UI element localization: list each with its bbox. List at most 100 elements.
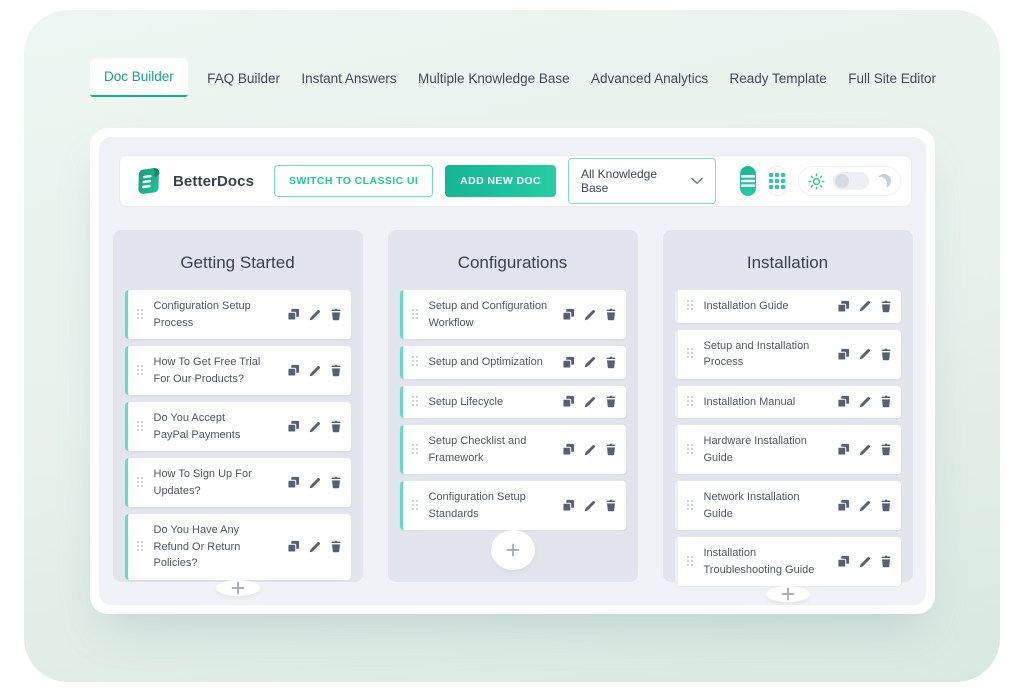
pencil-icon[interactable] <box>859 444 871 456</box>
pencil-icon[interactable] <box>859 396 871 408</box>
drag-handle-icon[interactable] <box>687 500 695 512</box>
add-doc-button[interactable] <box>766 586 810 602</box>
grid-view-button[interactable] <box>768 166 786 196</box>
tab-doc-builder[interactable]: Doc Builder <box>90 58 188 97</box>
pencil-icon[interactable] <box>309 421 321 433</box>
doc-card[interactable]: How To Sign Up For Updates? <box>125 458 351 507</box>
pencil-icon[interactable] <box>584 444 596 456</box>
copy-icon[interactable] <box>562 443 575 456</box>
trash-icon[interactable] <box>605 443 617 456</box>
drag-handle-icon[interactable] <box>412 309 420 321</box>
doc-card[interactable]: Setup and Installation Process <box>675 330 901 379</box>
copy-icon[interactable] <box>837 555 850 568</box>
pencil-icon[interactable] <box>859 300 871 312</box>
copy-icon[interactable] <box>562 395 575 408</box>
pencil-icon[interactable] <box>309 365 321 377</box>
doc-card[interactable]: Installation Guide <box>675 290 901 323</box>
drag-handle-icon[interactable] <box>137 477 145 489</box>
pencil-icon[interactable] <box>584 356 596 368</box>
theme-toggle[interactable] <box>798 166 901 196</box>
copy-icon[interactable] <box>287 364 300 377</box>
doc-card[interactable]: Setup and Configuration Workflow <box>400 290 626 339</box>
doc-card[interactable]: Setup Checklist and Framework <box>400 425 626 474</box>
tab-full-site-editor[interactable]: Full Site Editor <box>846 60 938 97</box>
theme-switch[interactable] <box>833 172 869 190</box>
drag-handle-icon[interactable] <box>137 365 145 377</box>
trash-icon[interactable] <box>330 364 342 377</box>
pencil-icon[interactable] <box>309 541 321 553</box>
drag-handle-icon[interactable] <box>412 396 420 408</box>
doc-title: Configuration Setup Process <box>154 298 278 331</box>
copy-icon[interactable] <box>837 499 850 512</box>
copy-icon[interactable] <box>837 300 850 313</box>
trash-icon[interactable] <box>330 476 342 489</box>
pencil-icon[interactable] <box>309 477 321 489</box>
copy-icon[interactable] <box>287 540 300 553</box>
trash-icon[interactable] <box>330 420 342 433</box>
copy-icon[interactable] <box>562 308 575 321</box>
drag-handle-icon[interactable] <box>412 444 420 456</box>
doc-card[interactable]: Installation Troubleshooting Guide <box>675 537 901 586</box>
add-doc-button[interactable] <box>491 530 535 570</box>
tab-faq-builder[interactable]: FAQ Builder <box>205 60 282 97</box>
drag-handle-icon[interactable] <box>687 300 695 312</box>
pencil-icon[interactable] <box>309 309 321 321</box>
doc-card[interactable]: Setup and Optimization <box>400 346 626 379</box>
pencil-icon[interactable] <box>584 309 596 321</box>
trash-icon[interactable] <box>880 499 892 512</box>
copy-icon[interactable] <box>287 476 300 489</box>
list-view-button[interactable] <box>740 166 756 196</box>
copy-icon[interactable] <box>837 348 850 361</box>
trash-icon[interactable] <box>880 300 892 313</box>
trash-icon[interactable] <box>605 308 617 321</box>
copy-icon[interactable] <box>287 308 300 321</box>
trash-icon[interactable] <box>605 499 617 512</box>
add-new-doc-button[interactable]: ADD NEW DOC <box>445 165 556 197</box>
drag-handle-icon[interactable] <box>412 356 420 368</box>
doc-card[interactable]: Installation Manual <box>675 386 901 419</box>
doc-card[interactable]: Hardware Installation Guide <box>675 425 901 474</box>
pencil-icon[interactable] <box>584 500 596 512</box>
trash-icon[interactable] <box>605 356 617 369</box>
tab-ready-template[interactable]: Ready Template <box>728 60 829 97</box>
drag-handle-icon[interactable] <box>137 541 145 553</box>
trash-icon[interactable] <box>880 555 892 568</box>
drag-handle-icon[interactable] <box>687 348 695 360</box>
knowledge-base-select[interactable]: All Knowledge Base <box>568 158 716 204</box>
pencil-icon[interactable] <box>859 500 871 512</box>
trash-icon[interactable] <box>330 540 342 553</box>
doc-card[interactable]: Do You Accept PayPal Payments <box>125 402 351 451</box>
copy-icon[interactable] <box>287 420 300 433</box>
pencil-icon[interactable] <box>584 396 596 408</box>
pencil-icon[interactable] <box>859 348 871 360</box>
drag-handle-icon[interactable] <box>687 396 695 408</box>
drag-handle-icon[interactable] <box>137 421 145 433</box>
doc-card[interactable]: Network Installation Guide <box>675 481 901 530</box>
trash-icon[interactable] <box>880 395 892 408</box>
switch-classic-ui-button[interactable]: SWITCH TO CLASSIC UI <box>274 165 433 197</box>
tab-multiple-knowledge-base[interactable]: Multiple Knowledge Base <box>416 60 572 97</box>
doc-card[interactable]: How To Get Free Trial For Our Products? <box>125 346 351 395</box>
trash-icon[interactable] <box>880 443 892 456</box>
copy-icon[interactable] <box>837 443 850 456</box>
doc-card[interactable]: Configuration Setup Process <box>125 290 351 339</box>
add-doc-button[interactable] <box>216 580 260 596</box>
doc-card[interactable]: Do You Have Any Refund Or Return Policie… <box>125 514 351 580</box>
copy-icon[interactable] <box>562 499 575 512</box>
doc-title: Installation Guide <box>704 298 828 315</box>
doc-card[interactable]: Setup Lifecycle <box>400 386 626 419</box>
tab-instant-answers[interactable]: Instant Answers <box>299 60 398 97</box>
tab-advanced-analytics[interactable]: Advanced Analytics <box>589 60 710 97</box>
trash-icon[interactable] <box>880 348 892 361</box>
drag-handle-icon[interactable] <box>137 309 145 321</box>
drag-handle-icon[interactable] <box>687 556 695 568</box>
copy-icon[interactable] <box>562 356 575 369</box>
column-title: Configurations <box>400 240 626 290</box>
pencil-icon[interactable] <box>859 556 871 568</box>
doc-card[interactable]: Configuration Setup Standards <box>400 481 626 530</box>
trash-icon[interactable] <box>605 395 617 408</box>
trash-icon[interactable] <box>330 308 342 321</box>
copy-icon[interactable] <box>837 395 850 408</box>
drag-handle-icon[interactable] <box>687 444 695 456</box>
drag-handle-icon[interactable] <box>412 500 420 512</box>
